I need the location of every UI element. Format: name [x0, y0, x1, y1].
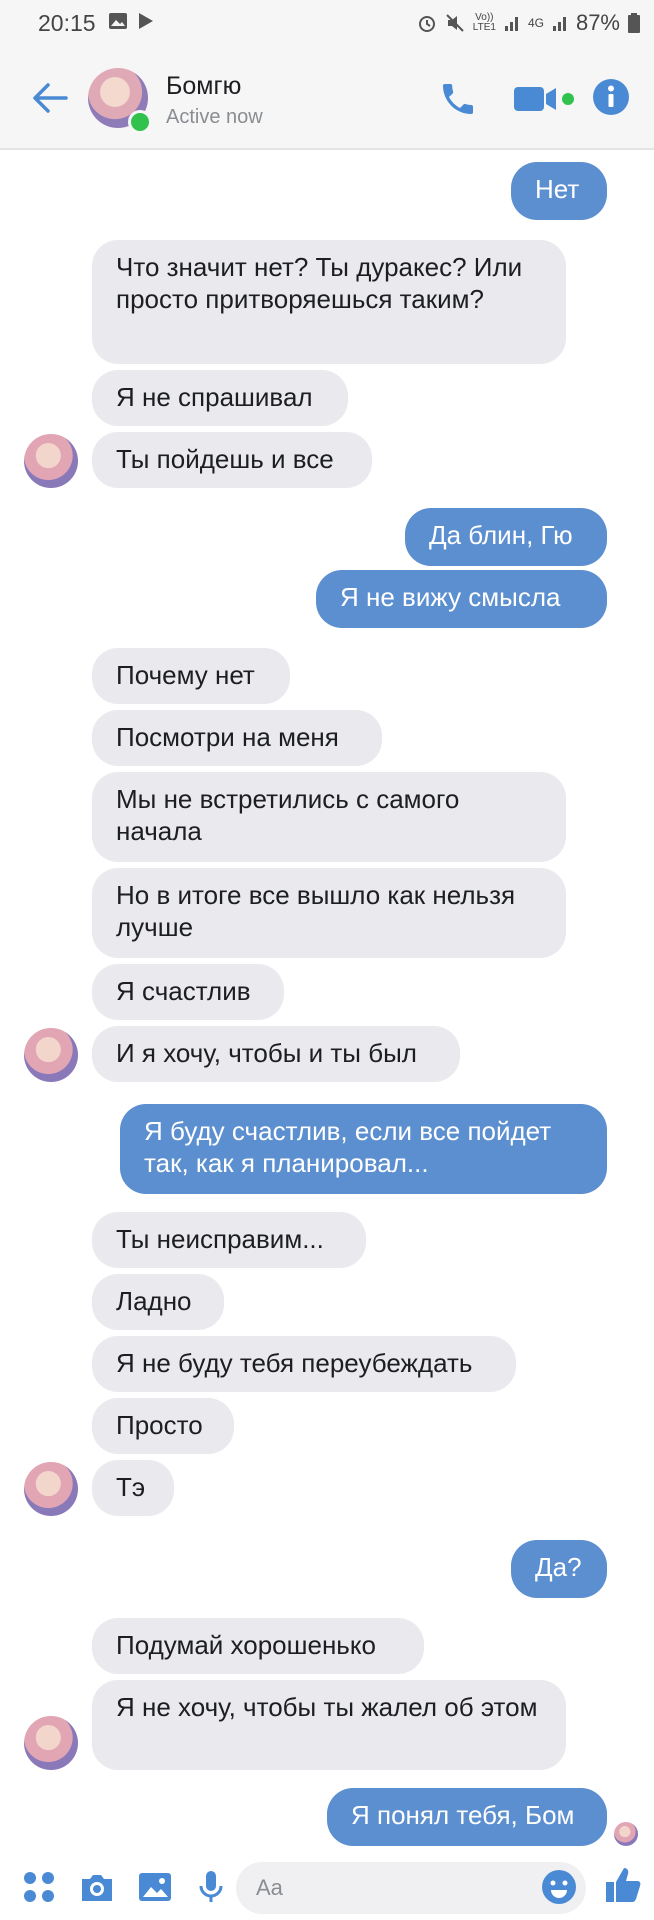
read-receipt-avatar — [614, 1822, 638, 1846]
message-incoming[interactable]: Я не буду тебя переубеждать — [92, 1336, 516, 1392]
battery-percent: 87% — [575, 10, 620, 35]
chat-header: Бомгю Active now — [0, 46, 654, 150]
message-incoming[interactable]: Почему нет — [92, 648, 290, 704]
contact-status: Active now — [166, 106, 263, 128]
message-incoming[interactable]: Я не спрашивал — [92, 370, 348, 426]
battery-icon — [628, 13, 640, 33]
message-incoming[interactable]: И я хочу, чтобы и ты был — [92, 1026, 460, 1082]
phone-icon[interactable] — [438, 79, 478, 119]
play-store-icon — [139, 13, 153, 29]
sender-avatar[interactable] — [24, 1028, 78, 1082]
sender-avatar[interactable] — [24, 1462, 78, 1516]
camera-icon[interactable] — [78, 1868, 116, 1906]
contact-name[interactable]: Бомгю — [166, 72, 241, 101]
status-bar: 20:15 Vo)) LTE1 4G 87% — [0, 0, 654, 46]
microphone-icon[interactable] — [192, 1868, 230, 1906]
gallery-icon — [109, 13, 127, 29]
sender-avatar[interactable] — [24, 1716, 78, 1770]
like-icon[interactable] — [602, 1864, 644, 1906]
sender-avatar[interactable] — [24, 434, 78, 488]
message-outgoing[interactable]: Я понял тебя, Бом — [327, 1788, 607, 1846]
lte-label: LTE1 — [472, 22, 496, 33]
alarm-icon — [418, 16, 435, 32]
message-incoming[interactable]: Но в итоге все вышло как нельзя лучше — [92, 868, 566, 958]
online-indicator — [128, 110, 152, 134]
video-call-icon[interactable] — [512, 82, 576, 116]
message-outgoing[interactable]: Я не вижу смысла — [316, 570, 607, 628]
emoji-icon[interactable] — [540, 1868, 578, 1906]
message-incoming[interactable]: Ладно — [92, 1274, 224, 1330]
message-incoming[interactable]: Мы не встретились с самого начала — [92, 772, 566, 862]
status-time: 20:15 — [38, 10, 96, 36]
message-outgoing[interactable]: Да блин, Гю — [405, 508, 607, 566]
message-input[interactable]: Aa — [236, 1862, 586, 1914]
message-incoming[interactable]: Подумай хорошенько — [92, 1618, 424, 1674]
message-input-placeholder: Aa — [256, 1875, 283, 1900]
message-incoming[interactable]: Посмотри на меня — [92, 710, 382, 766]
network-label: 4G — [527, 16, 544, 30]
message-outgoing[interactable]: Да? — [511, 1540, 607, 1598]
signal-icon — [504, 17, 518, 31]
info-icon[interactable] — [592, 78, 630, 116]
message-incoming[interactable]: Просто — [92, 1398, 234, 1454]
message-incoming[interactable]: Ты неисправим... — [92, 1212, 366, 1268]
message-outgoing[interactable]: Я буду счастлив, если все пойдет так, ка… — [120, 1104, 607, 1194]
message-incoming[interactable]: Тэ — [92, 1460, 174, 1516]
back-arrow-icon[interactable] — [30, 78, 70, 118]
menu-dots-icon[interactable] — [20, 1868, 58, 1906]
message-composer: Aa — [0, 1856, 654, 1920]
message-incoming[interactable]: Ты пойдешь и все — [92, 432, 372, 488]
message-incoming[interactable]: Я счастлив — [92, 964, 284, 1020]
message-incoming[interactable]: Что значит нет? Ты дуракес? Или просто п… — [92, 240, 566, 364]
gallery-icon[interactable] — [136, 1868, 174, 1906]
mute-icon — [446, 14, 464, 32]
message-outgoing[interactable]: Нет — [511, 162, 607, 220]
message-incoming[interactable]: Я не хочу, чтобы ты жалел об этом — [92, 1680, 566, 1770]
signal-icon-2 — [552, 17, 566, 31]
